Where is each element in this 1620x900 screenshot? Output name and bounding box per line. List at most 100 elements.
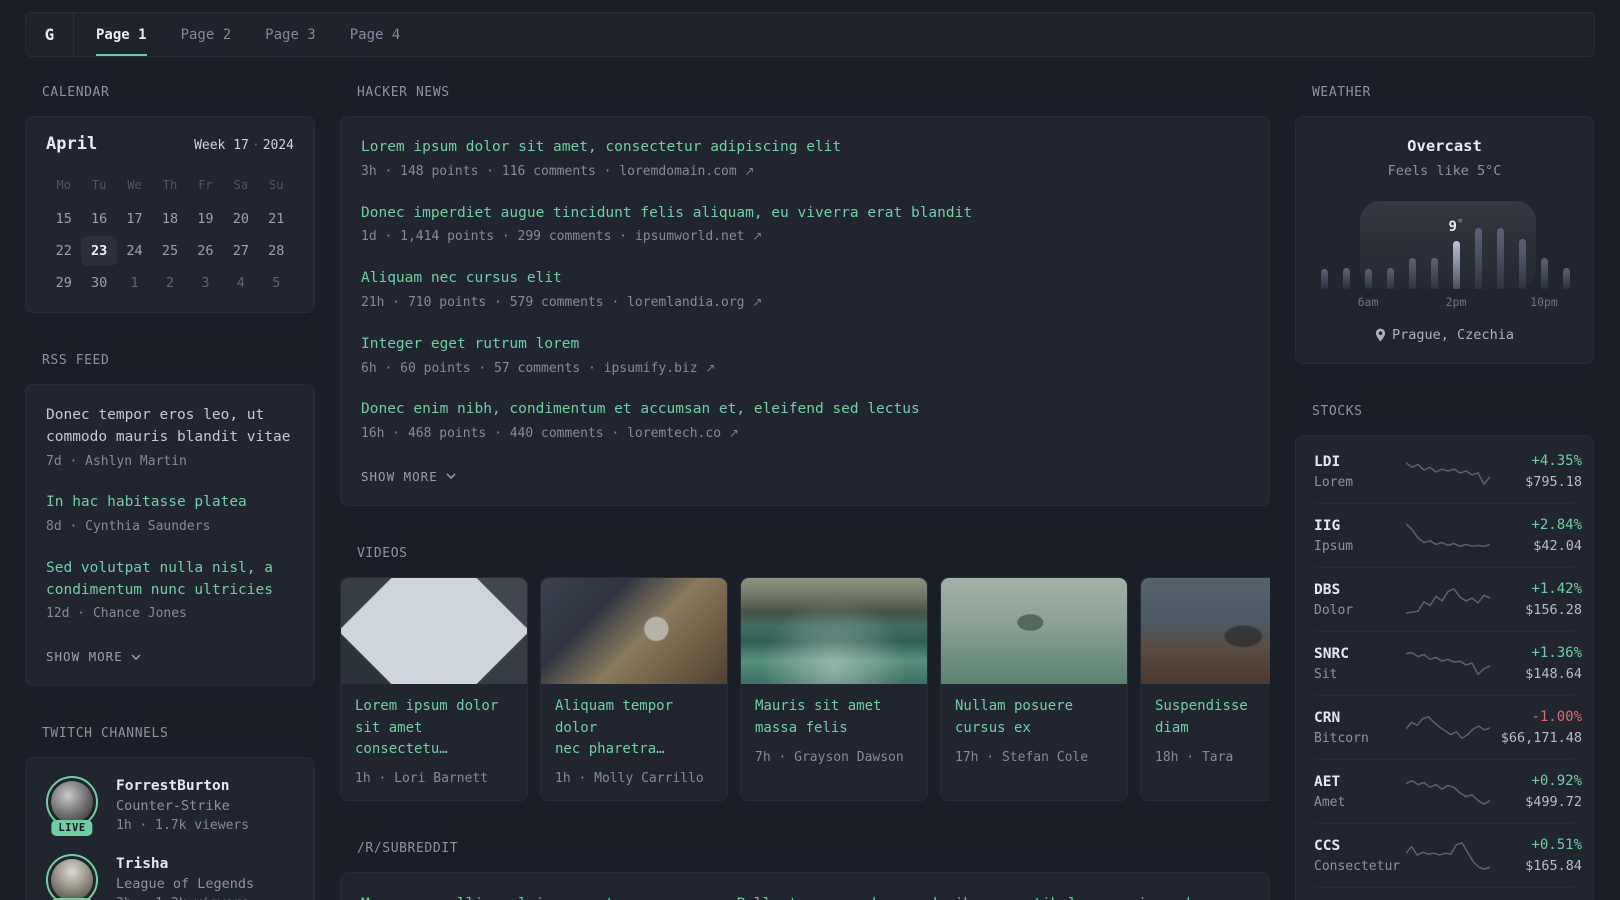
- hn-story-title[interactable]: Integer eget rutrum lorem: [361, 334, 1249, 356]
- stock-price: $156.28: [1525, 602, 1582, 618]
- video-thumbnail[interactable]: [541, 577, 727, 684]
- video-thumbnail[interactable]: [741, 577, 927, 684]
- stock-price: $148.64: [1525, 666, 1582, 682]
- video-card[interactable]: Suspendisse diam 18h · Tara: [1140, 576, 1270, 802]
- avatar-ring: [46, 854, 98, 900]
- weather-bar: [1562, 268, 1570, 289]
- rss-show-more-button[interactable]: SHOW MORE: [46, 649, 141, 664]
- stock-values: +0.51% $165.84: [1490, 837, 1582, 874]
- weather-bar: [1408, 258, 1416, 289]
- stock-info: LDI Lorem: [1314, 454, 1406, 490]
- subreddit-widget: /R/SUBREDDIT Maecenas mollis pulvinar er…: [340, 841, 1270, 900]
- stock-row-ldi[interactable]: LDI Lorem +4.35% $795.18: [1314, 440, 1582, 503]
- twitch-channel-category: Counter-Strike: [116, 798, 230, 815]
- twitch-channel-info: ForrestBurton Counter-Strike 1h · 1.7k vie…: [116, 776, 249, 834]
- nav-tab-page-2[interactable]: Page 2: [181, 13, 232, 56]
- weather-hour-labels: 6am 2pm 10pm: [1312, 295, 1577, 311]
- hn-story: Donec imperdiet augue tincidunt felis al…: [361, 203, 1249, 248]
- video-card[interactable]: Mauris sit amet massa felis 7h · Grayson …: [740, 576, 928, 802]
- calendar-day: 3: [201, 275, 210, 291]
- rss-item: Donec tempor eros leo, ut commodo mauris…: [46, 405, 294, 471]
- calendar-week-year: Week 17 · 2024: [194, 138, 294, 153]
- nav-tabs: Page 1 Page 2 Page 3 Page 4: [96, 13, 400, 56]
- external-link-icon: ↗: [728, 426, 739, 441]
- calendar-widget: CALENDAR April Week 17 · 2024 Mo Tu We Th Fr Sa…: [25, 85, 315, 313]
- weather-card: Overcast Feels like 5°C 9° 6am 2pm 10pm Pr…: [1295, 116, 1594, 364]
- subreddit-post-title[interactable]: Maecenas mollis pulvinar erat non posuer…: [361, 893, 1249, 900]
- stock-info: DBS Dolor: [1314, 582, 1406, 618]
- video-card-body: Mauris sit amet massa felis 7h · Grayson …: [741, 684, 927, 779]
- rss-item-meta: 12d · Chance Jones: [46, 606, 187, 622]
- video-thumbnail[interactable]: [1141, 577, 1270, 684]
- video-title[interactable]: Nullam posuere cursus ex: [955, 696, 1113, 740]
- stock-price: $795.18: [1525, 474, 1582, 490]
- hn-story-title[interactable]: Aliquam nec cursus elit: [361, 268, 1249, 290]
- rss-item: In hac habitasse platea 8d · Cynthia Saun…: [46, 492, 294, 537]
- calendar-day: 20: [232, 211, 249, 227]
- story-domain-link[interactable]: loremlandia.org ↗: [627, 295, 762, 310]
- story-domain-link[interactable]: ipsumify.biz ↗: [604, 361, 716, 376]
- stock-change: +0.51%: [1531, 837, 1582, 853]
- hn-story: Lorem ipsum dolor sit amet, consectetur …: [361, 137, 1249, 182]
- video-card[interactable]: Nullam posuere cursus ex 17h · Stefan Col…: [940, 576, 1128, 802]
- video-title[interactable]: Lorem ipsum dolor sit amet consectetu…: [355, 696, 513, 761]
- nav-tab-page-4[interactable]: Page 4: [350, 13, 401, 56]
- video-thumbnail[interactable]: [341, 577, 527, 684]
- app-logo[interactable]: G: [26, 13, 74, 56]
- video-title[interactable]: Suspendisse diam: [1155, 696, 1270, 740]
- nav-tab-page-1[interactable]: Page 1: [96, 13, 147, 56]
- weather-hourly-chart: 9°: [1312, 201, 1577, 289]
- stock-change: +4.35%: [1531, 453, 1582, 469]
- stock-info: CCS Consectetur: [1314, 838, 1406, 874]
- story-domain-link[interactable]: loremdomain.com ↗: [619, 164, 754, 179]
- twitch-channel-row[interactable]: LIVE Trisha League of Legends 3h · 1.2k vie…: [46, 854, 294, 900]
- stock-change: +1.36%: [1531, 645, 1582, 661]
- rss-card: Donec tempor eros leo, ut commodo mauris…: [25, 384, 315, 687]
- stock-row-snrc[interactable]: SNRC Sit +1.36% $148.64: [1314, 631, 1582, 695]
- calendar-card: April Week 17 · 2024 Mo Tu We Th Fr Sa Su 15 16 17 1…: [25, 116, 315, 313]
- twitch-channel-row[interactable]: LIVE ForrestBurton Counter-Strike 1h · 1.7k…: [46, 776, 294, 837]
- stock-ticker: CRN: [1314, 709, 1341, 726]
- stock-row-ahs[interactable]: AHS+0.46%: [1314, 887, 1575, 900]
- calendar-day: 19: [197, 211, 214, 227]
- video-meta: 7h · Grayson Dawson: [755, 749, 904, 765]
- story-domain-link[interactable]: loremtech.co ↗: [627, 426, 739, 441]
- stock-info: CRN Bitcorn: [1314, 710, 1406, 746]
- avatar: [51, 781, 93, 824]
- weekday-label: Th: [162, 178, 178, 192]
- hn-story-title[interactable]: Donec enim nibh, condimentum et accumsan…: [361, 399, 1249, 421]
- stock-row-ccs[interactable]: CCS Consectetur +0.51% $165.84: [1314, 823, 1582, 887]
- video-card[interactable]: Lorem ipsum dolor sit amet consectetu… 1h…: [340, 576, 528, 802]
- hacker-news-show-more-button[interactable]: SHOW MORE: [361, 469, 456, 484]
- story-domain-link[interactable]: ipsumworld.net ↗: [635, 229, 762, 244]
- stock-row-dbs[interactable]: DBS Dolor +1.42% $156.28: [1314, 567, 1582, 631]
- video-card[interactable]: Aliquam tempor dolor nec pharetra… 1h · M…: [540, 576, 728, 802]
- hn-story-title[interactable]: Donec imperdiet augue tincidunt felis al…: [361, 203, 1249, 225]
- calendar-day: 30: [91, 275, 108, 291]
- calendar-header: April Week 17 · 2024: [46, 134, 294, 154]
- subreddit-section-label: /R/SUBREDDIT: [357, 841, 459, 857]
- stock-row-aet[interactable]: AET Amet +0.92% $499.72: [1314, 759, 1582, 823]
- nav-tab-page-3[interactable]: Page 3: [265, 13, 316, 56]
- video-title[interactable]: Aliquam tempor dolor nec pharetra…: [555, 696, 713, 761]
- video-thumbnail[interactable]: [941, 577, 1127, 684]
- stock-price: $165.84: [1525, 858, 1582, 874]
- video-meta: 1h · Lori Barnett: [355, 771, 489, 787]
- videos-widget: VIDEOS Lorem ipsum dolor sit amet consec…: [340, 546, 1270, 802]
- weekday-label: Tu: [91, 178, 107, 192]
- rss-item-title[interactable]: Donec tempor eros leo, ut commodo mauris…: [46, 405, 294, 449]
- stock-row-iig[interactable]: IIG Ipsum +2.84% $42.04: [1314, 503, 1582, 567]
- video-card-body: Suspendisse diam 18h · Tara: [1141, 684, 1270, 779]
- rss-item-title[interactable]: In hac habitasse platea: [46, 492, 294, 514]
- calendar-day: 17: [126, 211, 143, 227]
- stock-row-crn[interactable]: CRN Bitcorn -1.00% $66,171.48: [1314, 695, 1582, 759]
- calendar-month: April: [46, 134, 98, 154]
- hn-story-title[interactable]: Lorem ipsum dolor sit amet, consectetur …: [361, 137, 1249, 159]
- video-title[interactable]: Mauris sit amet massa felis: [755, 696, 913, 740]
- calendar-day: 1: [130, 275, 139, 291]
- subreddit-card: Maecenas mollis pulvinar erat non posuer…: [340, 872, 1270, 900]
- live-badge: LIVE: [51, 820, 93, 837]
- stock-name: Sit: [1314, 666, 1338, 682]
- current-temp-label: 9°: [1448, 217, 1464, 235]
- rss-item-title[interactable]: Sed volutpat nulla nisl, a condimentum n…: [46, 558, 294, 602]
